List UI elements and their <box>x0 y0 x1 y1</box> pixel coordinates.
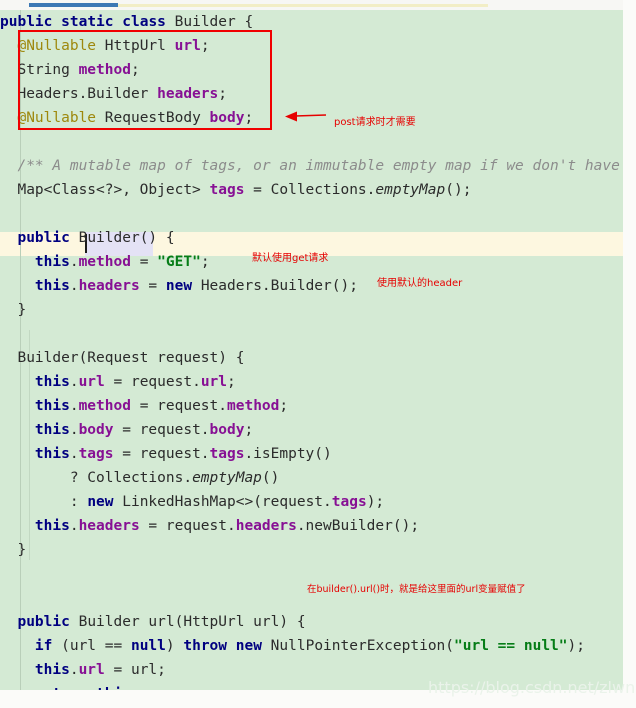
line-blank-2 <box>0 202 636 226</box>
line-ternary-true: ? Collections.emptyMap() <box>0 470 280 486</box>
blue-progress-bar <box>29 3 118 7</box>
line-tags-decl: Map<Class<?>, Object> tags = Collections… <box>0 182 472 198</box>
annotation-note-url: 在builder().url()时，就是给这里面的url变量赋值了 <box>307 584 526 595</box>
line-method-url: public Builder url(HttpUrl url) { <box>17 614 306 630</box>
line-close-ctor-2: } <box>0 542 27 558</box>
line-blank-3 <box>0 322 636 346</box>
line-this-body: this.body = request.body; <box>34 422 254 438</box>
line-field-method: String method; <box>0 62 140 78</box>
line-ctor-builder: public Builder() { <box>17 230 175 246</box>
csdn-watermark: https://blog.csdn.net/zlwnew <box>428 678 636 697</box>
yellow-highlight-bar <box>118 4 488 7</box>
line-blank-1 <box>0 130 636 154</box>
line-javadoc-tags: /** A mutable map of tags, or an immutab… <box>0 158 620 174</box>
line-class-decl: public static class Builder { <box>0 14 254 30</box>
code-screenshot: public static class Builder { @Nullable … <box>0 0 636 708</box>
line-this-url: this.url = request.url; <box>34 374 236 390</box>
line-ternary-false: : new LinkedHashMap<>(request.tags); <box>0 494 385 510</box>
annotation-note-post: post请求时才需要 <box>334 117 416 128</box>
line-field-url: @Nullable HttpUrl url; <box>17 38 210 54</box>
line-this-headers-newbuilder: this.headers = request.headers.newBuilde… <box>34 518 420 534</box>
line-npe-check: if (url == null) throw new NullPointerEx… <box>34 638 585 654</box>
line-close-ctor-1: } <box>0 302 27 318</box>
line-field-headers: Headers.Builder headers; <box>0 86 227 102</box>
line-ctor-builder-request: Builder(Request request) { <box>0 350 245 366</box>
annotation-note-header: 使用默认的header <box>377 278 463 289</box>
line-this-method: this.method = request.method; <box>34 398 289 414</box>
annotation-note-get: 默认使用get请求 <box>252 253 329 264</box>
line-this-headers-new: this.headers = new Headers.Builder(); <box>34 278 358 294</box>
right-margin-fill <box>623 0 636 708</box>
red-arrow-icon <box>285 111 327 122</box>
line-this-tags: this.tags = request.tags.isEmpty() <box>34 446 332 462</box>
